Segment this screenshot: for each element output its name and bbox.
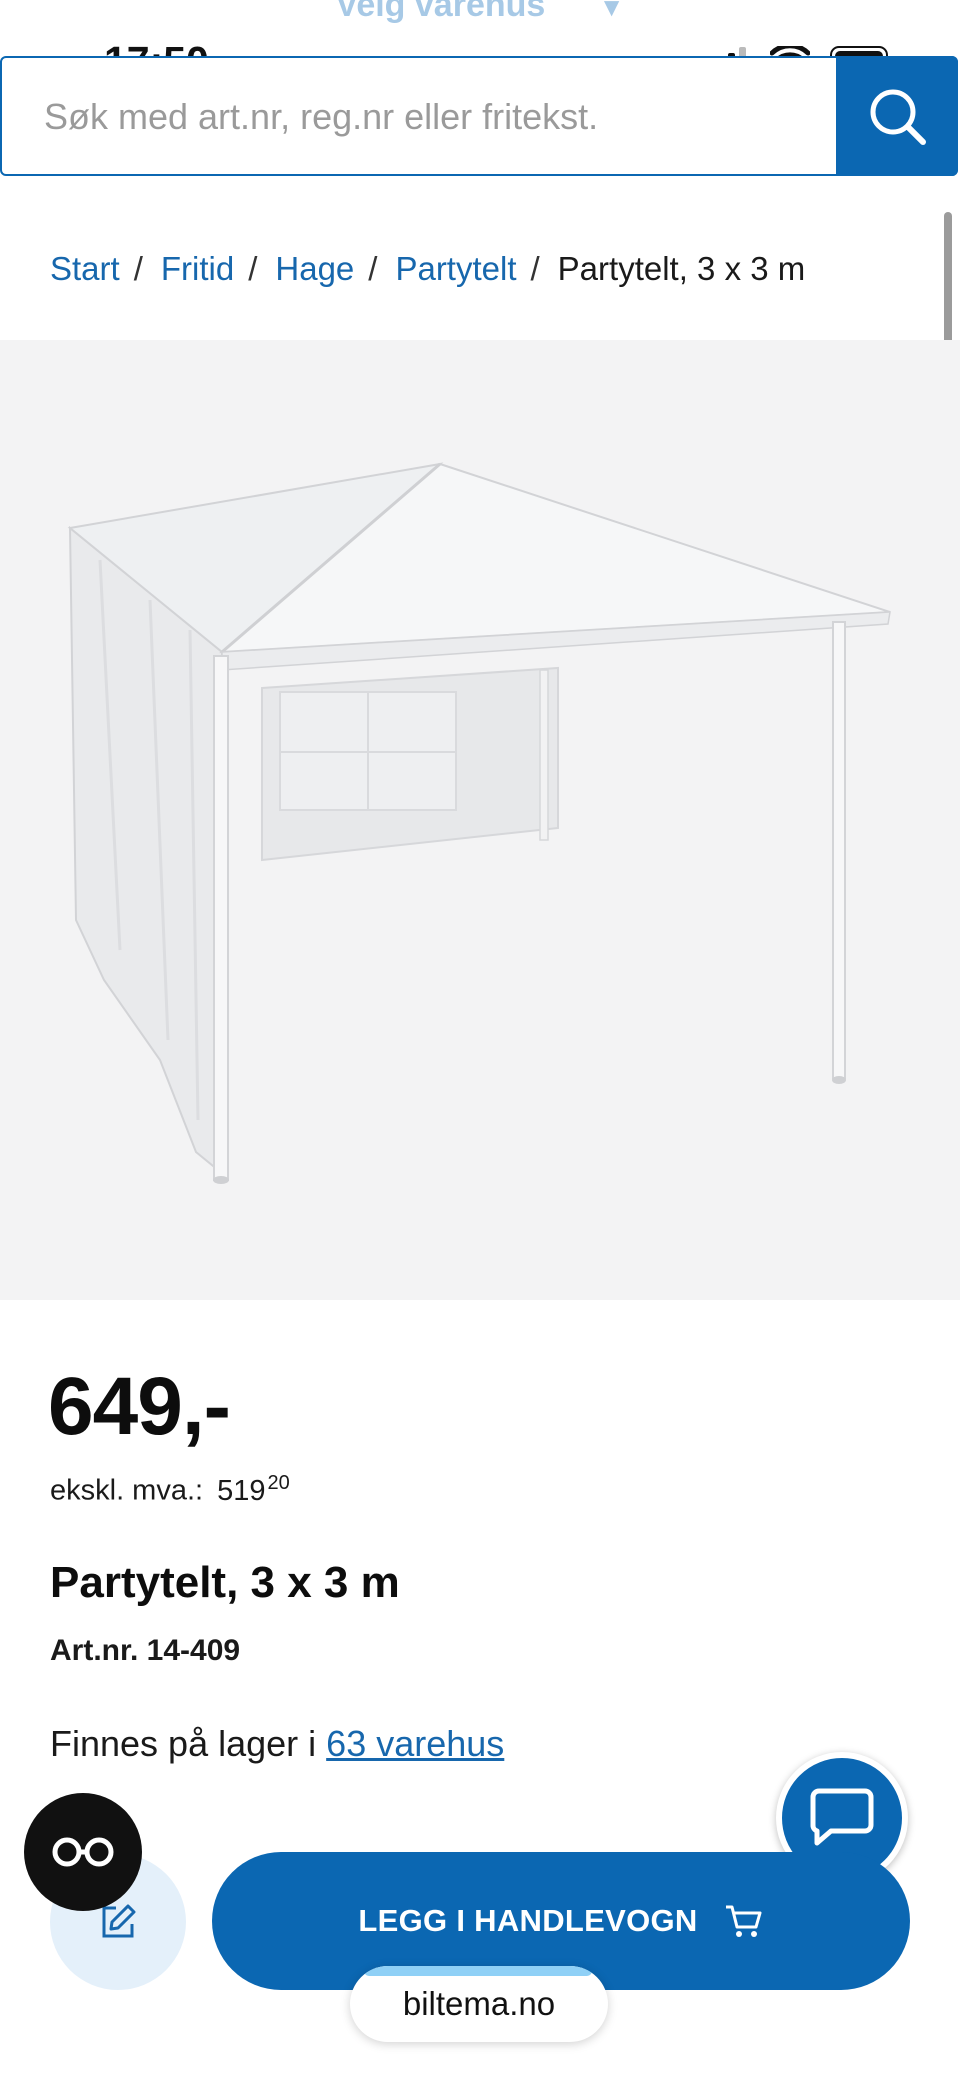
search-input[interactable] <box>42 58 816 176</box>
vat-value: 519 <box>217 1474 266 1507</box>
breadcrumb-separator: / <box>368 250 378 287</box>
breadcrumb-current: Partytelt, 3 x 3 m <box>557 250 806 287</box>
search-bar <box>0 56 958 176</box>
product-price: 649,- <box>48 1361 231 1452</box>
stock-stores-link[interactable]: 63 varehus <box>326 1723 504 1764</box>
stock-availability: Finnes på lager i 63 varehus <box>50 1723 504 1765</box>
add-to-cart-label: LEGG I HANDLEVOGN <box>358 1903 698 1938</box>
search-button[interactable] <box>836 56 958 176</box>
product-title: Partytelt, 3 x 3 m <box>50 1558 400 1607</box>
cart-icon <box>725 1905 762 1937</box>
breadcrumb-separator: / <box>133 250 143 287</box>
glasses-icon <box>52 1837 114 1867</box>
vat-cents: 20 <box>267 1472 290 1494</box>
article-number: Art.nr. 14-409 <box>50 1634 241 1667</box>
breadcrumb-separator: / <box>248 250 258 287</box>
store-selector-label: Velg varehus <box>335 0 546 24</box>
page-load-progress <box>364 1966 592 1976</box>
chevron-down-icon: ▼ <box>598 0 625 22</box>
price-excl-vat: ekskl. mva.: 519 20 <box>50 1472 290 1508</box>
store-selector[interactable]: Velg varehus ▼ <box>0 0 960 25</box>
browser-url: biltema.no <box>402 1985 556 2022</box>
breadcrumb: Start / Fritid / Hage / Partytelt / Part… <box>50 250 805 288</box>
overlay-glasses-button[interactable] <box>24 1793 142 1911</box>
breadcrumb-partytelt[interactable]: Partytelt <box>395 250 516 288</box>
search-icon <box>870 89 926 145</box>
breadcrumb-fritid[interactable]: Fritid <box>161 250 234 288</box>
breadcrumb-separator: / <box>530 250 540 287</box>
party-tent-image <box>67 462 891 1184</box>
breadcrumb-start[interactable]: Start <box>50 250 120 288</box>
pencil-square-icon <box>102 1904 136 1938</box>
product-image[interactable] <box>0 340 960 1300</box>
browser-url-bar[interactable]: biltema.no <box>350 1966 608 2042</box>
stock-prefix: Finnes på lager i <box>50 1723 317 1764</box>
chat-bubble-icon <box>810 1788 874 1846</box>
breadcrumb-hage[interactable]: Hage <box>275 250 354 288</box>
vat-label: ekskl. mva.: <box>50 1474 204 1507</box>
